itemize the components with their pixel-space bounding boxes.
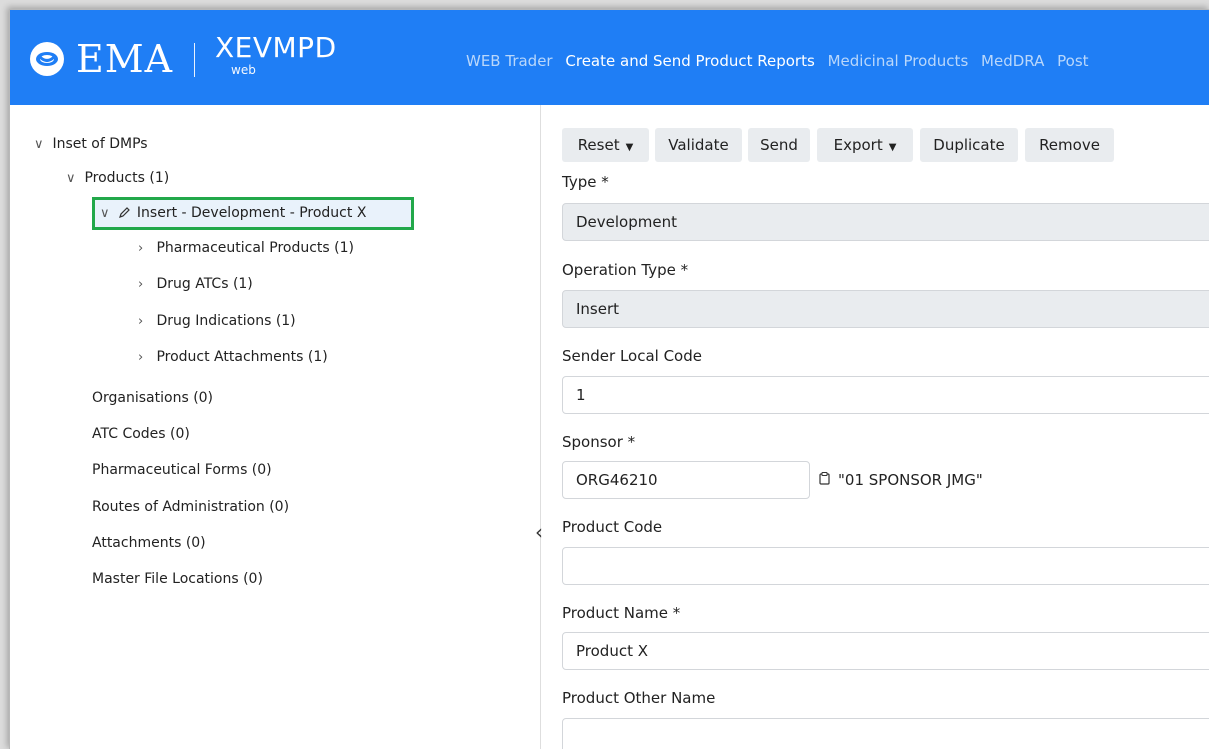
- remove-button[interactable]: Remove: [1025, 128, 1114, 162]
- collapse-panel-icon[interactable]: ‹: [535, 520, 543, 544]
- pencil-icon: [118, 206, 132, 224]
- type-field: Development: [562, 203, 1209, 241]
- nav-create-send-reports[interactable]: Create and Send Product Reports: [565, 52, 814, 70]
- operation-type-label: Operation Type *: [562, 261, 689, 279]
- product-other-name-label: Product Other Name: [562, 689, 716, 707]
- product-subtitle: web: [231, 63, 256, 77]
- product-other-name-input[interactable]: [562, 718, 1209, 749]
- chevron-down-icon: ∨: [66, 171, 76, 186]
- operation-type-field: Insert: [562, 290, 1209, 328]
- chevron-right-icon: ›: [138, 314, 144, 329]
- tree-child-label: Drug Indications (1): [156, 313, 296, 329]
- nav-post[interactable]: Post: [1057, 52, 1088, 70]
- tree-root[interactable]: ∨ Inset of DMPs: [34, 135, 148, 154]
- panel-divider: [540, 105, 541, 749]
- tree-pharmaceutical-forms[interactable]: Pharmaceutical Forms (0): [92, 461, 272, 479]
- sender-local-code-input[interactable]: 1: [562, 376, 1209, 414]
- chevron-right-icon: ›: [138, 277, 144, 292]
- main-nav: WEB Trader Create and Send Product Repor…: [466, 52, 1097, 70]
- tree-selected-product[interactable]: ∨ Insert - Development - Product X: [100, 204, 366, 224]
- nav-meddra[interactable]: MedDRA: [981, 52, 1044, 70]
- tree-routes-of-administration[interactable]: Routes of Administration (0): [92, 498, 289, 516]
- type-label: Type *: [562, 173, 609, 191]
- sender-local-code-label: Sender Local Code: [562, 347, 702, 365]
- sponsor-input[interactable]: ORG46210: [562, 461, 810, 499]
- tree-product-attachments[interactable]: › Product Attachments (1): [138, 348, 328, 367]
- brand-name: EMA: [76, 37, 174, 81]
- nav-medicinal-products[interactable]: Medicinal Products: [828, 52, 969, 70]
- clipboard-icon[interactable]: [819, 470, 830, 490]
- tree-pharmaceutical-products[interactable]: › Pharmaceutical Products (1): [138, 239, 354, 258]
- tree-attachments[interactable]: Attachments (0): [92, 534, 206, 552]
- ema-logo-icon: [30, 42, 64, 76]
- sponsor-name-text: "01 SPONSOR JMG": [838, 471, 983, 489]
- send-button[interactable]: Send: [748, 128, 810, 162]
- tree-master-file-locations[interactable]: Master File Locations (0): [92, 570, 263, 588]
- tree-organisations[interactable]: Organisations (0): [92, 389, 213, 407]
- screenshot-frame: EMA XEVMPD web WEB Trader Create and Sen…: [0, 0, 1209, 749]
- export-label: Export: [833, 136, 883, 154]
- chevron-right-icon: ›: [138, 241, 144, 256]
- chevron-down-icon: ∨: [34, 137, 44, 152]
- caret-down-icon: ▼: [625, 142, 634, 153]
- reset-button[interactable]: Reset ▼: [562, 128, 649, 162]
- top-navbar: EMA XEVMPD web WEB Trader Create and Sen…: [10, 10, 1209, 105]
- tree-drug-indications[interactable]: › Drug Indications (1): [138, 312, 296, 331]
- tree-products-label: Products (1): [84, 170, 170, 186]
- tree-child-label: Pharmaceutical Products (1): [156, 240, 354, 256]
- product-code-input[interactable]: [562, 547, 1209, 585]
- nav-web-trader[interactable]: WEB Trader: [466, 52, 553, 70]
- tree-child-label: Product Attachments (1): [156, 349, 328, 365]
- app-window: EMA XEVMPD web WEB Trader Create and Sen…: [9, 9, 1209, 749]
- chevron-right-icon: ›: [138, 350, 144, 365]
- tree-products[interactable]: ∨ Products (1): [66, 169, 169, 188]
- duplicate-button[interactable]: Duplicate: [920, 128, 1018, 162]
- caret-down-icon: ▼: [888, 142, 897, 153]
- product-name-input[interactable]: Product X: [562, 632, 1209, 670]
- tree-child-label: Drug ATCs (1): [156, 276, 253, 292]
- sponsor-label: Sponsor *: [562, 433, 636, 451]
- export-button[interactable]: Export ▼: [817, 128, 913, 162]
- tree-selected-label: Insert - Development - Product X: [136, 205, 367, 221]
- tree-atc-codes[interactable]: ATC Codes (0): [92, 425, 190, 443]
- chevron-down-icon: ∨: [100, 206, 110, 221]
- sponsor-name: "01 SPONSOR JMG": [819, 470, 983, 490]
- reset-label: Reset: [577, 136, 620, 154]
- product-code-label: Product Code: [562, 518, 663, 536]
- validate-button[interactable]: Validate: [655, 128, 742, 162]
- tree-root-label: Inset of DMPs: [52, 136, 148, 152]
- product-name-label: Product Name *: [562, 604, 681, 622]
- brand-divider: [194, 43, 195, 77]
- tree-drug-atcs[interactable]: › Drug ATCs (1): [138, 275, 253, 294]
- product-name: XEVMPD: [215, 31, 337, 64]
